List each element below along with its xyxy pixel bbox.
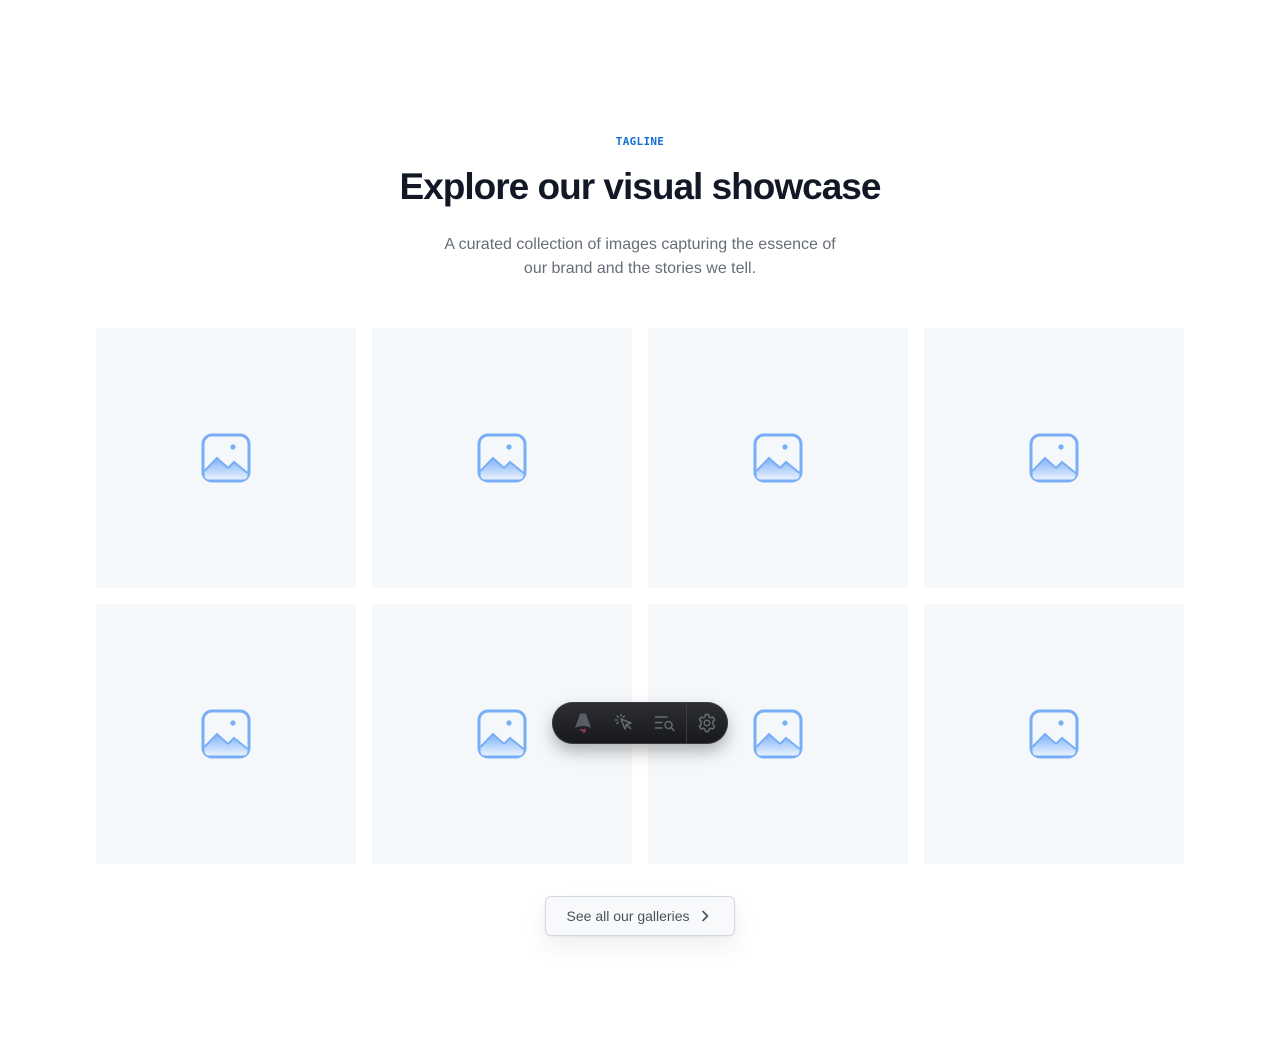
chevron-right-icon (702, 910, 709, 922)
image-grid (96, 328, 1184, 864)
see-all-galleries-button[interactable]: See all our galleries (545, 896, 735, 936)
gallery-tile[interactable] (96, 604, 356, 864)
toolbar-inspect-button[interactable] (603, 702, 644, 744)
gallery-tile[interactable] (648, 328, 908, 588)
page-title: Explore our visual showcase (399, 166, 882, 207)
image-placeholder-icon (477, 433, 527, 483)
toolbar-settings-button[interactable] (687, 702, 728, 744)
gallery-tile[interactable] (96, 328, 356, 588)
image-placeholder-icon (753, 433, 803, 483)
gallery-tile[interactable] (924, 328, 1184, 588)
image-placeholder-icon (477, 709, 527, 759)
gear-icon (699, 713, 716, 733)
image-placeholder-icon (1029, 433, 1079, 483)
dev-toolbar (552, 702, 728, 744)
gallery-section: TAGLINE Explore our visual showcase A cu… (0, 0, 1280, 1064)
image-placeholder-icon (201, 433, 251, 483)
image-placeholder-icon (201, 709, 251, 759)
image-placeholder-icon (753, 709, 803, 759)
gallery-tile[interactable] (372, 328, 632, 588)
cursor-inspect-icon (614, 713, 632, 730)
image-placeholder-icon (1029, 709, 1079, 759)
gallery-tile[interactable] (924, 604, 1184, 864)
page-subtitle: A curated collection of images capturing… (444, 236, 836, 277)
toolbar-audit-button[interactable] (645, 702, 686, 744)
audit-list-icon (654, 716, 675, 732)
toolbar-astro-button[interactable] (562, 702, 603, 744)
tagline: TAGLINE (615, 135, 665, 148)
see-all-galleries-label: See all our galleries (566, 908, 690, 924)
astro-logo-icon (574, 713, 591, 734)
